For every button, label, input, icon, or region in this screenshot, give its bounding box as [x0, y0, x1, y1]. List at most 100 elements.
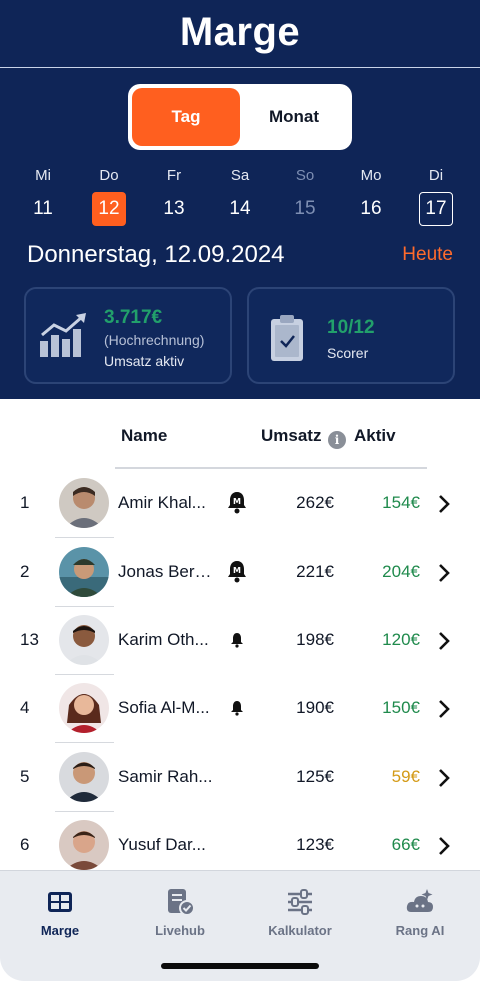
- bell-small-icon[interactable]: [230, 700, 244, 721]
- bell-m-icon[interactable]: M: [226, 559, 248, 588]
- document-check-icon: [120, 887, 240, 917]
- clipboard-check-icon: [269, 313, 305, 368]
- avatar: [59, 478, 109, 528]
- umsatz-value: 123€: [296, 835, 334, 854]
- day-item-mi[interactable]: Mi 11: [23, 166, 63, 226]
- aktiv-value: 120€: [382, 630, 420, 649]
- title-divider: [0, 67, 480, 68]
- employee-name: Amir Khal...: [118, 493, 206, 512]
- avatar: [59, 820, 109, 870]
- date-row: Donnerstag, 12.09.2024 Heute: [27, 238, 453, 272]
- scorer-card[interactable]: 10/12 Scorer: [247, 287, 455, 384]
- day-number: 14: [229, 198, 251, 219]
- table-row[interactable]: 2 Jonas Berg... M 221€ 204€: [0, 538, 480, 607]
- umsatz-value: 221€: [296, 562, 334, 581]
- day-item-di-today[interactable]: Di 17: [416, 166, 456, 226]
- nav-label: Livehub: [155, 923, 205, 938]
- rank: 6: [20, 835, 30, 854]
- chevron-right-icon[interactable]: [437, 563, 451, 588]
- svg-text:M: M: [233, 497, 241, 506]
- week-day-picker: Mi 11 Do 12 Fr 13 Sa 14 So 15 Mo 16 Di 1…: [0, 166, 480, 230]
- chevron-right-icon[interactable]: [437, 768, 451, 793]
- day-name: Do: [99, 167, 119, 184]
- table-row[interactable]: 13 Karim Oth... 198€ 120€: [0, 606, 480, 675]
- umsatz-value: 262€: [296, 493, 334, 512]
- selected-date-label: Donnerstag, 12.09.2024: [27, 241, 285, 268]
- day-item-so[interactable]: So 15: [285, 166, 325, 226]
- column-header-aktiv[interactable]: Aktiv: [354, 426, 396, 446]
- nav-item-livehub[interactable]: Livehub: [120, 887, 240, 938]
- umsatz-value: 125€: [296, 767, 334, 786]
- avatar: [59, 752, 109, 802]
- table-row[interactable]: 6 Yusuf Dar... 123€ 66€: [0, 811, 480, 879]
- employee-name: Samir Rah...: [118, 767, 213, 786]
- day-name: Sa: [230, 167, 250, 184]
- umsatz-value: 198€: [296, 630, 334, 649]
- day-item-sa[interactable]: Sa 14: [220, 166, 260, 226]
- nav-item-marge[interactable]: Marge: [0, 887, 120, 938]
- day-number: 16: [360, 198, 382, 219]
- bell-m-icon[interactable]: M: [226, 490, 248, 519]
- avatar: [59, 547, 109, 597]
- rank: 2: [20, 562, 30, 581]
- employee-name: Yusuf Dar...: [118, 835, 206, 854]
- nav-label: Rang AI: [395, 923, 445, 938]
- aktiv-value: 59€: [391, 767, 420, 786]
- aktiv-value: 154€: [382, 493, 420, 512]
- day-name: Mo: [360, 167, 382, 184]
- rank: 1: [20, 493, 30, 512]
- avatar: [59, 683, 109, 733]
- avatar: [59, 615, 109, 665]
- sliders-icon: [240, 887, 360, 917]
- rank: 13: [20, 630, 39, 649]
- cloud-sparkle-icon: [360, 887, 480, 917]
- scorer-value: 10/12: [327, 317, 375, 338]
- chevron-right-icon[interactable]: [437, 836, 451, 861]
- bell-small-icon[interactable]: [230, 632, 244, 653]
- nav-item-kalkulator[interactable]: Kalkulator: [240, 887, 360, 938]
- table-row[interactable]: 5 Samir Rah... 125€ 59€: [0, 743, 480, 812]
- chevron-right-icon[interactable]: [437, 494, 451, 519]
- svg-text:M: M: [233, 566, 241, 575]
- nav-label: Marge: [40, 923, 80, 938]
- table-row[interactable]: 4 Sofia Al-M... 190€ 150€: [0, 674, 480, 743]
- employee-name: Sofia Al-M...: [118, 698, 210, 717]
- day-item-fr[interactable]: Fr 13: [154, 166, 194, 226]
- day-item-do-selected[interactable]: Do 12: [89, 166, 129, 226]
- nav-item-rang-ai[interactable]: Rang AI: [360, 887, 480, 938]
- info-icon[interactable]: i: [328, 431, 346, 449]
- day-number: 17: [419, 192, 453, 226]
- day-number: 12: [92, 192, 126, 226]
- employee-name: Karim Oth...: [118, 630, 209, 649]
- revenue-value: 3.717€: [104, 307, 163, 328]
- day-name: So: [295, 167, 315, 184]
- rank: 5: [20, 767, 30, 786]
- home-indicator: [161, 963, 319, 969]
- segment-monat-button[interactable]: Monat: [240, 88, 348, 146]
- segment-tag-button[interactable]: Tag: [132, 88, 240, 146]
- revenue-label: Umsatz aktiv: [104, 353, 185, 369]
- chevron-right-icon[interactable]: [437, 631, 451, 656]
- grid-icon: [0, 887, 120, 917]
- scorer-label: Scorer: [327, 345, 369, 361]
- header: Marge Tag Monat Mi 11 Do 12 Fr 13 Sa 14 …: [0, 0, 480, 399]
- column-header-umsatz[interactable]: Umsatz: [261, 426, 321, 446]
- today-link[interactable]: Heute: [402, 238, 453, 272]
- aktiv-value: 204€: [382, 562, 420, 581]
- period-segmented-control: Tag Monat: [128, 84, 352, 150]
- column-header-name[interactable]: Name: [121, 426, 167, 446]
- umsatz-value: 190€: [296, 698, 334, 717]
- day-number: 13: [163, 198, 185, 219]
- aktiv-value: 150€: [382, 698, 420, 717]
- day-number: 15: [294, 198, 316, 219]
- bar-chart-trend-icon: [38, 311, 92, 364]
- page-title: Marge: [179, 10, 301, 54]
- chevron-right-icon[interactable]: [437, 699, 451, 724]
- table-row[interactable]: 1 Amir Khal... M 262€ 154€: [0, 469, 480, 538]
- revenue-card[interactable]: 3.717€ (Hochrechnung) Umsatz aktiv: [24, 287, 232, 384]
- day-name: Di: [428, 167, 444, 184]
- day-number: 11: [33, 198, 53, 219]
- day-name: Fr: [166, 167, 182, 184]
- nav-label: Kalkulator: [268, 923, 332, 938]
- day-item-mo[interactable]: Mo 16: [351, 166, 391, 226]
